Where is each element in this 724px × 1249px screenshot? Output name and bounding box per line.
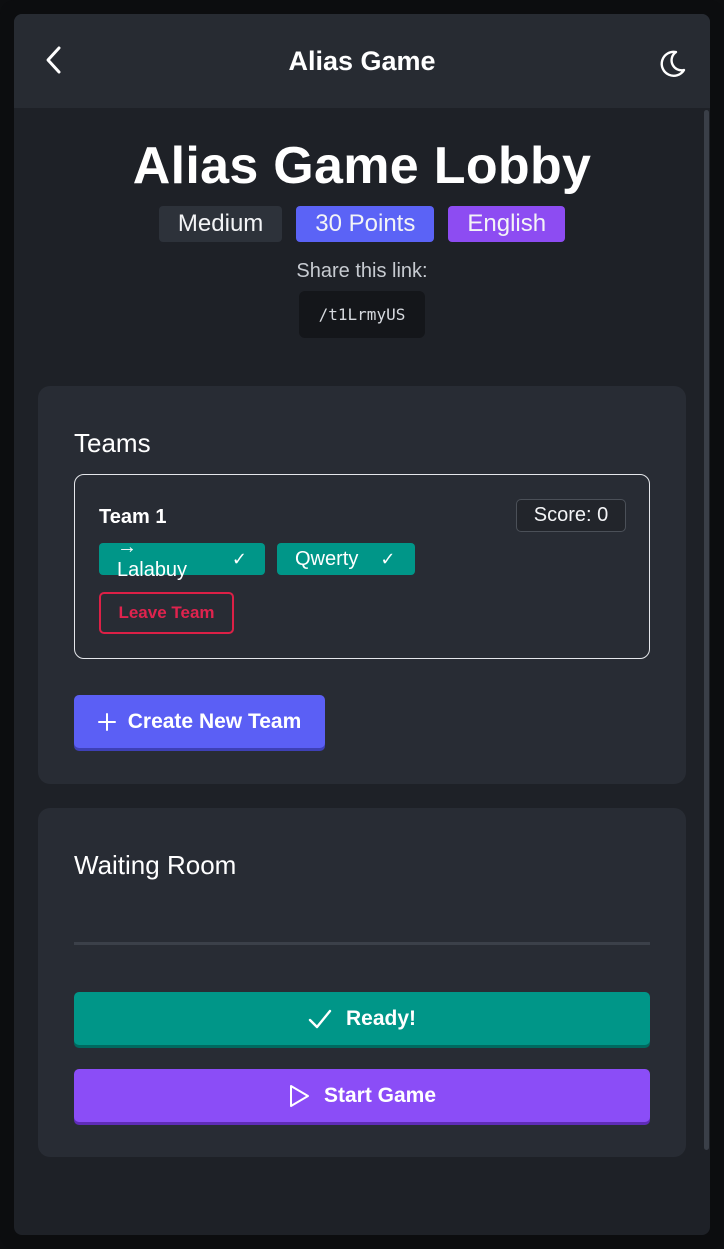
start-game-button[interactable]: Start Game — [74, 1069, 650, 1122]
points-badge: 30 Points — [296, 206, 435, 242]
teams-title: Teams — [74, 428, 151, 458]
theme-toggle-button[interactable] — [652, 44, 692, 84]
create-team-label: Create New Team — [127, 709, 302, 733]
difficulty-badge: Medium — [158, 206, 283, 242]
app-title: Alias Game — [288, 45, 436, 76]
top-app-bar: Alias Game — [14, 14, 710, 108]
share-link[interactable]: /t1LrmyUS — [299, 291, 425, 338]
check-icon — [308, 1009, 332, 1029]
back-button[interactable] — [36, 42, 72, 78]
game-settings-badges: Medium 30 Points English — [14, 206, 710, 242]
chevron-left-icon — [43, 45, 65, 75]
moon-icon — [656, 48, 688, 80]
member-chip: Qwerty ✓ — [277, 543, 415, 575]
divider — [74, 942, 650, 945]
member-name: Qwerty — [295, 547, 359, 570]
plus-icon — [97, 712, 116, 731]
team-members: → Lalabuy ✓ Qwerty ✓ — [99, 536, 415, 581]
member-name: → Lalabuy — [117, 536, 188, 581]
member-chip: → Lalabuy ✓ — [99, 536, 265, 581]
team-card: Team 1 Score: 0 → Lalabuy ✓ Qwerty ✓ Lea… — [74, 474, 650, 659]
ready-label: Ready! — [345, 1006, 417, 1030]
language-badge: English — [448, 206, 566, 242]
waiting-room-card: Waiting Room Ready! Start Game — [38, 808, 686, 1157]
team-name: Team 1 — [99, 506, 167, 528]
share-label: Share this link: — [296, 260, 428, 282]
play-icon — [288, 1084, 310, 1108]
ready-check-icon: ✓ — [380, 548, 396, 569]
teams-card: Teams Team 1 Score: 0 → Lalabuy ✓ Qwerty… — [38, 386, 686, 784]
lobby-title: Alias Game Lobby — [132, 137, 592, 195]
device-frame: Alias Game Alias Game Lobby Medium 30 Po… — [0, 0, 724, 1249]
create-team-button[interactable]: Create New Team — [74, 695, 325, 748]
waiting-room-title: Waiting Room — [74, 850, 237, 880]
ready-check-icon: ✓ — [231, 548, 247, 569]
start-game-label: Start Game — [323, 1083, 437, 1107]
score-badge: Score: 0 — [516, 499, 626, 532]
app-screen: Alias Game Alias Game Lobby Medium 30 Po… — [14, 14, 710, 1235]
leave-team-button[interactable]: Leave Team — [99, 592, 234, 634]
ready-button[interactable]: Ready! — [74, 992, 650, 1045]
